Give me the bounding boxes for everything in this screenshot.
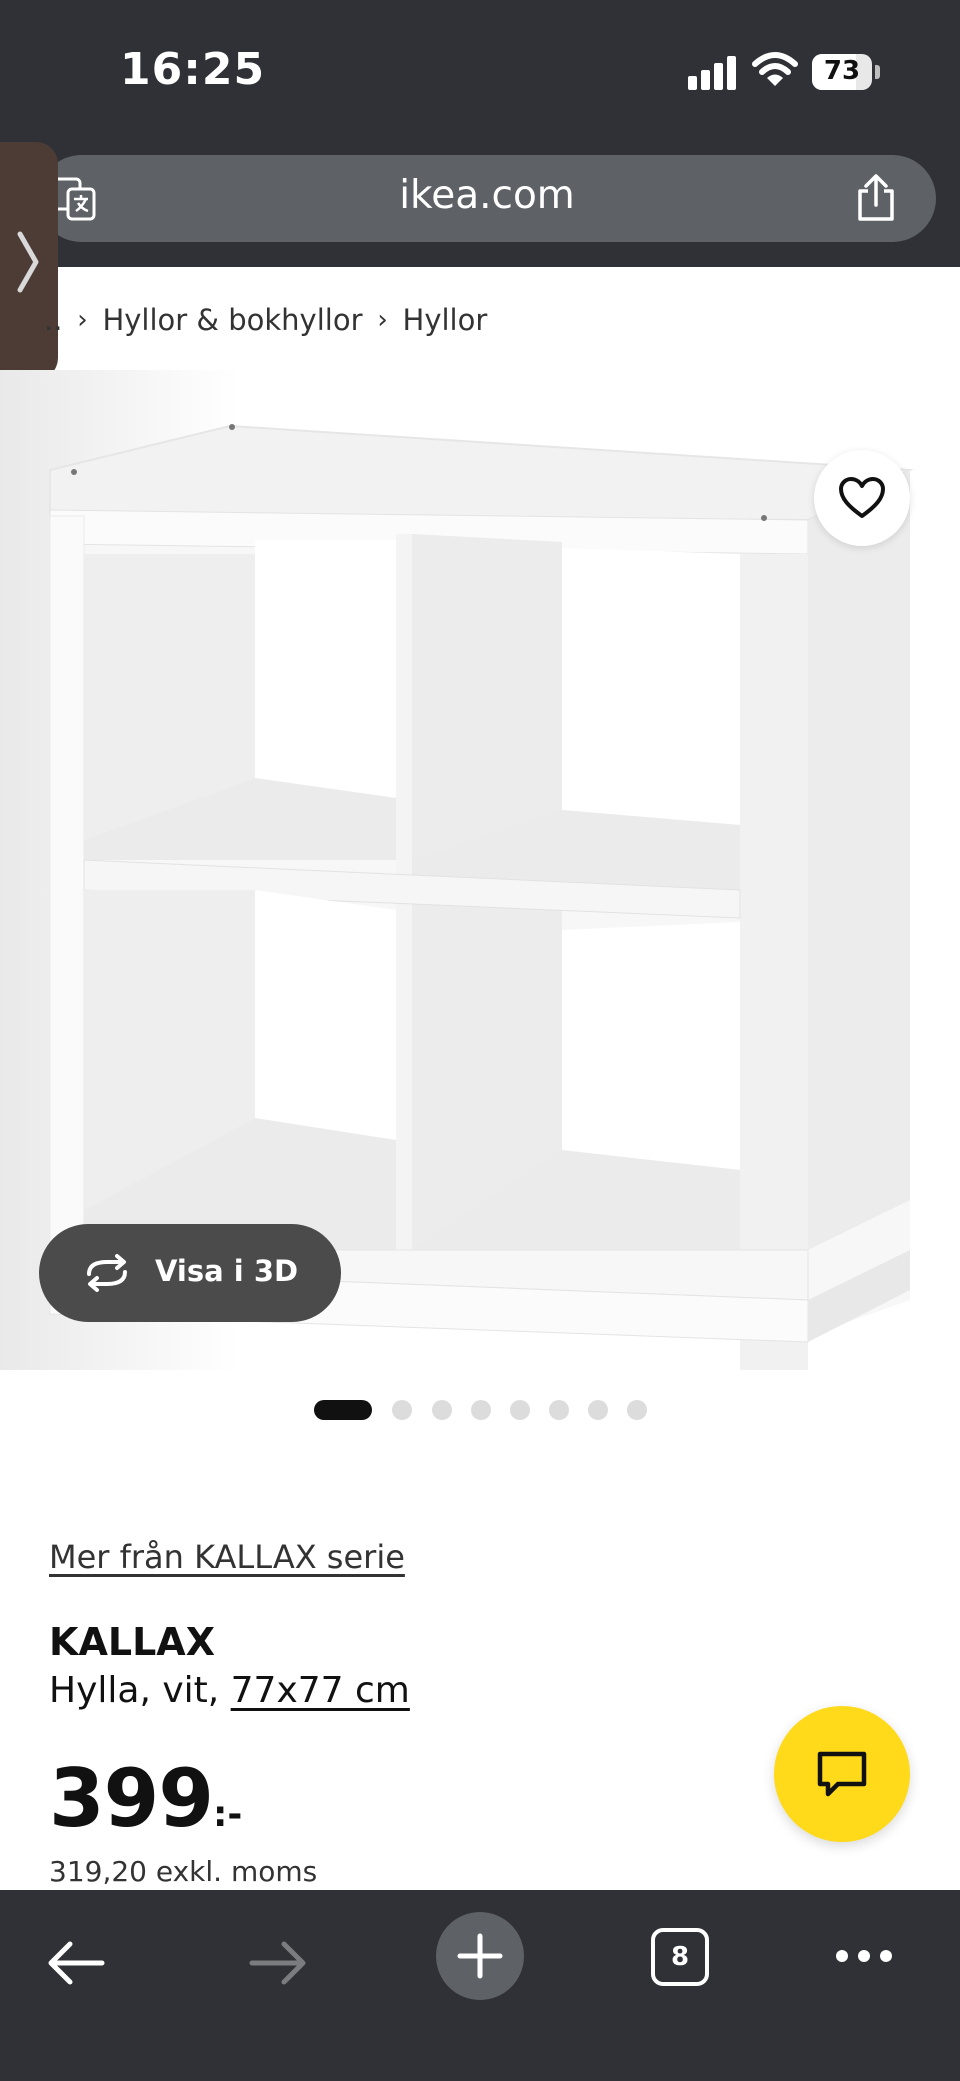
breadcrumb-item-hyllor-bokhyllor[interactable]: Hyllor & bokhyllor bbox=[102, 303, 362, 337]
url-bar[interactable]: ikea.com bbox=[38, 155, 936, 242]
heart-icon bbox=[839, 477, 885, 518]
back-arrow-icon[interactable] bbox=[44, 1930, 110, 1996]
breadcrumb-separator-icon: › bbox=[377, 305, 388, 335]
view-in-3d-label: Visa i 3D bbox=[155, 1254, 299, 1288]
price-value: 399 bbox=[49, 1752, 214, 1845]
forward-arrow-icon[interactable] bbox=[244, 1930, 310, 1996]
rotate-3d-icon bbox=[87, 1254, 127, 1292]
battery-level: 73 bbox=[823, 56, 861, 86]
breadcrumb-item-ellipsis[interactable]: .. bbox=[44, 303, 62, 337]
chevron-right-icon bbox=[17, 231, 39, 293]
side-panel-handle[interactable] bbox=[0, 142, 58, 380]
new-tab-button[interactable] bbox=[436, 1912, 524, 2000]
more-icon[interactable] bbox=[834, 1946, 894, 1966]
favorite-button[interactable] bbox=[814, 450, 910, 546]
product-name: KALLAX bbox=[49, 1620, 215, 1664]
carousel-dot[interactable] bbox=[392, 1400, 412, 1420]
signal-icon bbox=[688, 56, 736, 90]
product-size-link[interactable]: 77x77 cm bbox=[231, 1670, 410, 1711]
browser-top-chrome: 16:25 73 ikea.com bbox=[0, 0, 960, 267]
carousel-dot-active[interactable] bbox=[314, 1400, 372, 1420]
breadcrumb-separator-icon: › bbox=[77, 305, 88, 335]
price-excluding-vat: 319,20 exkl. moms bbox=[49, 1855, 318, 1888]
battery-icon: 73 bbox=[812, 54, 880, 90]
chat-icon bbox=[817, 1751, 867, 1797]
carousel-dot[interactable] bbox=[549, 1400, 569, 1420]
product-description: Hylla, vit, 77x77 cm bbox=[49, 1670, 410, 1711]
series-link[interactable]: Mer från KALLAX serie bbox=[49, 1538, 405, 1576]
product-price: 399:- bbox=[49, 1752, 242, 1845]
chat-button[interactable] bbox=[774, 1706, 910, 1842]
view-in-3d-button[interactable]: Visa i 3D bbox=[39, 1224, 341, 1322]
share-icon[interactable] bbox=[854, 173, 898, 223]
tab-switcher-button[interactable]: 8 bbox=[651, 1928, 709, 1986]
browser-toolbar: 8 bbox=[0, 1890, 960, 2081]
carousel-dot[interactable] bbox=[627, 1400, 647, 1420]
price-suffix: :- bbox=[213, 1794, 243, 1835]
carousel-dot[interactable] bbox=[510, 1400, 530, 1420]
product-description-text: Hylla, vit, bbox=[49, 1670, 231, 1711]
kallax-shelf-illustration bbox=[0, 370, 960, 1370]
url-text: ikea.com bbox=[399, 173, 575, 218]
wifi-icon bbox=[752, 52, 798, 86]
carousel-dot[interactable] bbox=[432, 1400, 452, 1420]
status-time: 16:25 bbox=[120, 44, 266, 95]
carousel-dot[interactable] bbox=[471, 1400, 491, 1420]
plus-icon bbox=[457, 1933, 503, 1979]
breadcrumb-item-hyllor[interactable]: Hyllor bbox=[403, 303, 488, 337]
breadcrumb: .. › Hyllor & bokhyllor › Hyllor bbox=[44, 300, 487, 340]
product-image[interactable] bbox=[0, 370, 960, 1370]
carousel-dot[interactable] bbox=[588, 1400, 608, 1420]
